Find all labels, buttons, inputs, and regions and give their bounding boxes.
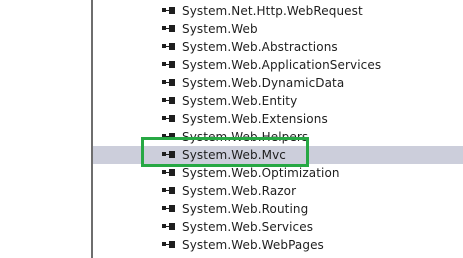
reference-label: System.Web.Extensions <box>182 112 328 126</box>
assembly-reference-icon <box>162 25 176 33</box>
reference-label: System.Web.WebPages <box>182 238 324 252</box>
assembly-reference-icon <box>162 97 176 105</box>
assembly-reference-icon <box>162 7 176 15</box>
reference-label: System.Web <box>182 22 258 36</box>
reference-item[interactable]: System.Web.Services <box>93 218 463 236</box>
reference-item[interactable]: System.Web.DynamicData <box>93 74 463 92</box>
reference-item[interactable]: System.Net.Http.WebRequest <box>93 2 463 20</box>
reference-label: System.Net.Http.WebRequest <box>182 4 363 18</box>
highlight-box <box>141 137 309 167</box>
reference-label: System.Web.ApplicationServices <box>182 58 382 72</box>
reference-label: System.Web.Entity <box>182 94 298 108</box>
assembly-reference-icon <box>162 205 176 213</box>
assembly-reference-icon <box>162 187 176 195</box>
references-tree: System.Net.Http.WebRequest System.Web Sy… <box>93 2 463 254</box>
assembly-reference-icon <box>162 43 176 51</box>
reference-item[interactable]: System.Web.Entity <box>93 92 463 110</box>
reference-item[interactable]: System.Web.Razor <box>93 182 463 200</box>
reference-item[interactable]: System.Web.Abstractions <box>93 38 463 56</box>
assembly-reference-icon <box>162 115 176 123</box>
assembly-reference-icon <box>162 223 176 231</box>
assembly-reference-icon <box>162 79 176 87</box>
assembly-reference-icon <box>162 61 176 69</box>
reference-item[interactable]: System.Web.WebPages <box>93 236 463 254</box>
reference-label: System.Web.Routing <box>182 202 309 216</box>
reference-item[interactable]: System.Web.ApplicationServices <box>93 56 463 74</box>
assembly-reference-icon <box>162 241 176 249</box>
assembly-reference-icon <box>162 169 176 177</box>
reference-item[interactable]: System.Web.Extensions <box>93 110 463 128</box>
reference-label: System.Web.Services <box>182 220 314 234</box>
reference-label: System.Web.DynamicData <box>182 76 345 90</box>
reference-item[interactable]: System.Web.Routing <box>93 200 463 218</box>
reference-item[interactable]: System.Web <box>93 20 463 38</box>
reference-label: System.Web.Abstractions <box>182 40 338 54</box>
reference-label: System.Web.Razor <box>182 184 297 198</box>
